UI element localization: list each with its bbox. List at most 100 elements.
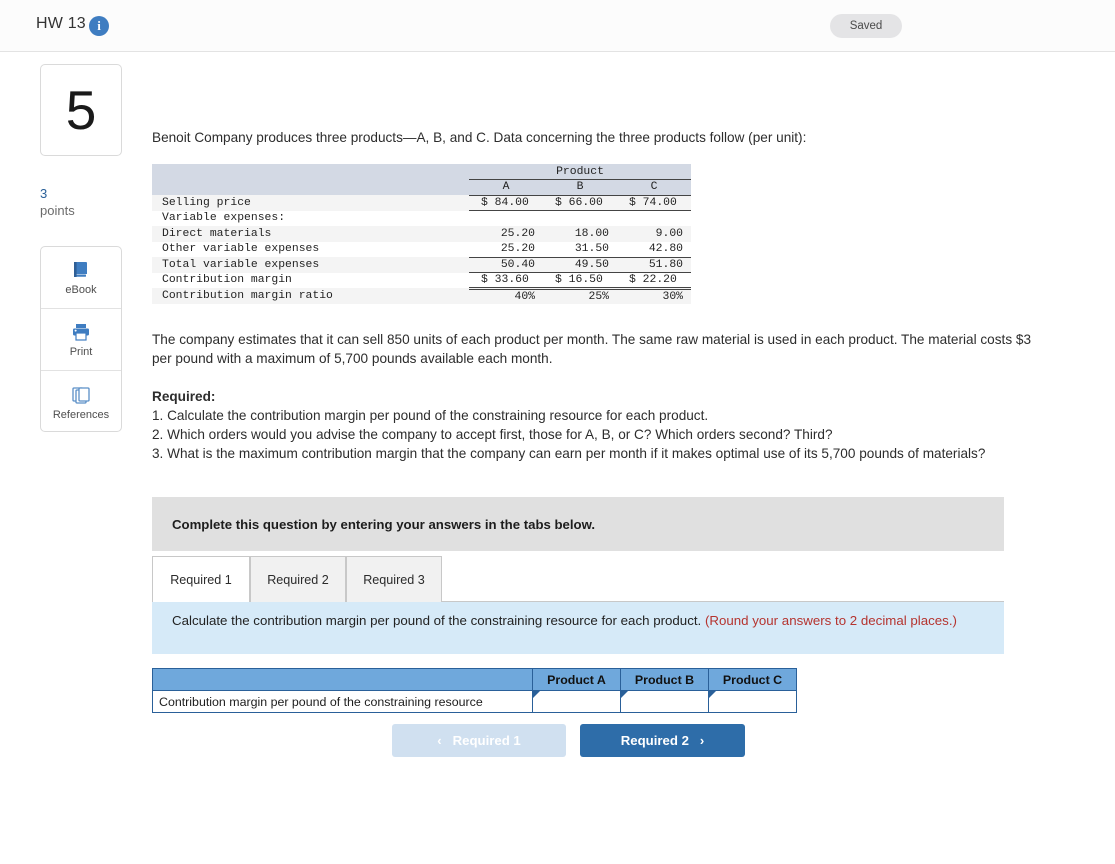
references-label: References	[52, 408, 110, 421]
tab-required-2-label: Required 2	[267, 572, 329, 587]
table-row: Contribution margin ratio 40% 25% 30%	[152, 288, 691, 304]
table-row: Contribution margin $ 33.60 $ 16.50 $ 22…	[152, 272, 691, 290]
tab-bar: Required 1 Required 2 Required 3	[152, 556, 1004, 603]
row-value-c: $ 74.00	[617, 195, 691, 211]
row-label: Contribution margin	[162, 274, 292, 287]
next-required-label: Required 2	[620, 733, 689, 748]
question-paragraph-2: The company estimates that it can sell 8…	[152, 332, 1032, 366]
data-table-group-header: Product	[469, 164, 691, 180]
row-label: Other variable expenses	[162, 243, 320, 256]
answer-input-product-a[interactable]	[532, 690, 621, 713]
tab-instruction-band: Calculate the contribution margin per po…	[152, 602, 1004, 654]
row-label: Variable expenses:	[162, 212, 286, 225]
row-value-b	[543, 211, 617, 227]
required-item-1: 1. Calculate the contribution margin per…	[152, 408, 709, 423]
answer-corner-cell	[152, 668, 533, 691]
product-data-table: Product A B C Selling price $ 84.00 $ 66…	[152, 164, 691, 304]
row-value-c: 42.80	[617, 241, 691, 258]
row-value-a: 25.20	[469, 241, 543, 258]
data-table-corner-cell	[152, 164, 469, 180]
row-value-a	[469, 211, 543, 227]
answer-header-row: Product A Product B Product C	[152, 668, 797, 691]
tab-required-1-label: Required 1	[170, 573, 232, 587]
instruction-callout-text: Complete this question by entering your …	[172, 516, 596, 532]
info-icon[interactable]: i	[89, 16, 109, 36]
row-value-a: 40%	[514, 290, 535, 303]
row-value-a: $ 84.00	[469, 195, 543, 211]
row-value-c	[617, 211, 691, 227]
row-label: Direct materials	[162, 227, 272, 240]
instruction-callout: Complete this question by entering your …	[152, 497, 1004, 551]
row-value-b: 31.50	[543, 241, 617, 258]
data-table-body: Product A B C Selling price $ 84.00 $ 66…	[152, 164, 691, 304]
row-value-a: 25.20	[500, 227, 535, 240]
previous-required-label: Required 1	[452, 733, 521, 748]
data-table-column-header-row: A B C	[152, 179, 691, 196]
points-label: points	[40, 203, 75, 218]
column-header-b: B	[543, 179, 617, 196]
column-header-a: A	[469, 179, 543, 196]
question-number-box: 5	[40, 64, 122, 156]
row-value-b: 49.50	[543, 257, 617, 273]
ebook-button[interactable]: eBook	[41, 247, 121, 309]
row-value-a: 50.40	[469, 257, 543, 273]
row-value-b: 18.00	[574, 227, 609, 240]
chevron-right-icon: ›	[699, 733, 705, 748]
required-item-3: 3. What is the maximum contribution marg…	[152, 446, 986, 461]
print-button[interactable]: Print	[41, 309, 121, 371]
data-table-group-header-row: Product	[152, 164, 691, 180]
answer-row-label: Contribution margin per pound of the con…	[152, 690, 533, 713]
tab-required-3[interactable]: Required 3	[346, 556, 442, 602]
status-badge: Saved	[830, 14, 902, 38]
column-header-c: C	[617, 179, 691, 196]
table-row: Contribution margin per pound of the con…	[152, 690, 797, 713]
ebook-icon	[70, 259, 92, 281]
ebook-label: eBook	[65, 284, 97, 296]
print-icon	[70, 321, 92, 343]
answer-table-body: Contribution margin per pound of the con…	[152, 690, 797, 713]
question-number: 5	[65, 79, 97, 141]
row-value-c: $ 22.20	[617, 272, 691, 290]
row-value-a: $ 33.60	[469, 272, 543, 290]
top-bar: HW 13 i Saved	[0, 0, 1115, 52]
tab-instruction-text: Calculate the contribution margin per po…	[172, 613, 705, 628]
page-title: HW 13	[36, 15, 86, 32]
tab-required-1[interactable]: Required 1	[152, 556, 250, 603]
row-value-b: $ 16.50	[543, 272, 617, 290]
rounding-note: (Round your answers to 2 decimal places.…	[704, 613, 957, 628]
table-row: Other variable expenses 25.20 31.50 42.8…	[152, 241, 691, 258]
navigation-bar: ‹ Required 1 Required 2 ›	[152, 724, 1004, 764]
answer-table: Product A Product B Product C Contributi…	[152, 668, 797, 713]
answer-table-head: Product A Product B Product C	[152, 668, 797, 691]
print-label: Print	[69, 346, 93, 358]
row-label: Contribution margin ratio	[162, 289, 333, 302]
row-value-c: 30%	[662, 290, 683, 303]
table-row: Selling price $ 84.00 $ 66.00 $ 74.00	[152, 195, 691, 211]
table-row: Variable expenses:	[152, 210, 691, 227]
row-label: Selling price	[162, 196, 251, 209]
references-icon	[70, 384, 92, 406]
tab-required-2[interactable]: Required 2	[250, 556, 346, 602]
required-block: Required: 1. Calculate the contribution …	[152, 387, 1052, 463]
previous-required-button[interactable]: ‹ Required 1	[392, 724, 566, 757]
row-value-c: 51.80	[617, 257, 691, 273]
next-required-button[interactable]: Required 2 ›	[580, 724, 745, 757]
points-display: 3 points	[40, 185, 130, 219]
row-value-b: 25%	[588, 290, 609, 303]
table-row: Total variable expenses 50.40 49.50 51.8…	[152, 257, 691, 273]
required-heading: Required:	[152, 389, 216, 404]
row-label: Total variable expenses	[162, 258, 320, 271]
answer-input-product-c[interactable]	[708, 690, 797, 713]
chevron-left-icon: ‹	[437, 733, 442, 748]
table-row: Direct materials 25.20 18.00 9.00	[152, 226, 691, 242]
question-intro: Benoit Company produces three products—A…	[152, 130, 807, 145]
answer-column-header-b: Product B	[620, 668, 709, 691]
references-button[interactable]: References	[41, 371, 121, 431]
answer-column-header-c: Product C	[708, 668, 797, 691]
tool-panel: eBook Print References	[40, 246, 122, 432]
answer-column-header-a: Product A	[532, 668, 621, 691]
row-value-b: $ 66.00	[543, 195, 617, 211]
answer-input-product-b[interactable]	[620, 690, 709, 713]
required-item-2: 2. Which orders would you advise the com…	[152, 427, 833, 442]
row-value-c: 9.00	[655, 227, 683, 240]
